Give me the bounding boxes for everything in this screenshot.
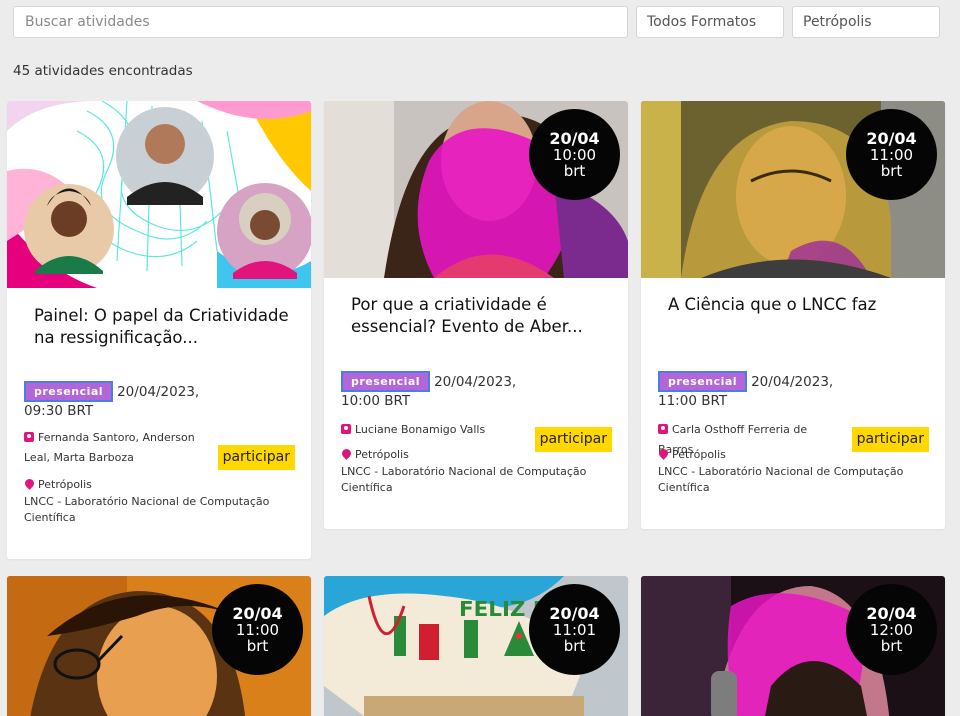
activity-card[interactable]: FELIZ NATAL 20/04 11:01 brt [324,576,628,716]
format-select[interactable]: Todos Formatos [636,6,784,38]
card-title[interactable]: Por que a criatividade é essencial? Even… [351,294,606,338]
badge-timezone: brt [246,637,269,656]
location-pin-icon [657,447,670,460]
badge-timezone: brt [880,637,903,656]
location-pin-icon [340,447,353,460]
badge-date: 20/04 [549,603,600,623]
card-image [7,101,311,288]
city-text: Petrópolis [355,448,409,461]
card-location: Petrópolis LNCC - Laboratório Nacional d… [340,447,614,497]
card-datetime: presencial 20/04/2023, 09:30 BRT [24,381,207,421]
search-input[interactable] [13,6,628,38]
format-tag: presencial [658,371,748,393]
card-people: Fernanda Santoro, Anderson Leal, Marta B… [24,428,201,468]
activity-card[interactable]: 20/04 10:00 brt Por que a criatividade é… [324,101,628,529]
activity-card[interactable]: Painel: O papel da Criatividade na ressi… [7,101,311,559]
badge-date: 20/04 [866,128,917,148]
card-title[interactable]: Painel: O papel da Criatividade na ressi… [34,305,289,349]
filter-bar: Todos Formatos Petrópolis [13,6,940,38]
badge-time: 12:00 [869,620,914,639]
participate-button[interactable]: participar [217,445,295,470]
badge-timezone: brt [563,162,586,181]
card-location: Petrópolis LNCC - Laboratório Nacional d… [23,477,297,527]
people-text: Fernanda Santoro, Anderson Leal, Marta B… [24,431,195,464]
date-badge: 20/04 12:00 brt [846,584,937,675]
card-title[interactable]: A Ciência que o LNCC faz [668,294,923,316]
card-people: Luciane Bonamigo Valls [341,420,518,440]
card-datetime: presencial 20/04/2023, 10:00 BRT [341,371,524,411]
location-pin-icon [23,477,36,490]
date-badge: 20/04 11:00 brt [846,109,937,200]
badge-date: 20/04 [232,603,283,623]
venue-text: LNCC - Laboratório Nacional de Computaçã… [341,464,587,495]
badge-time: 11:00 [235,620,280,639]
badge-timezone: brt [563,637,586,656]
badge-time: 11:00 [869,145,914,164]
result-count: 45 atividades encontradas [13,63,193,79]
badge-timezone: brt [880,162,903,181]
format-tag: presencial [24,381,114,403]
format-tag: presencial [341,371,431,393]
person-icon [24,432,34,442]
card-datetime: presencial 20/04/2023, 11:00 BRT [658,371,841,411]
badge-date: 20/04 [549,128,600,148]
activity-card[interactable]: 20/04 11:00 brt A Ciência que o LNCC faz… [641,101,945,529]
activity-card[interactable]: 20/04 11:00 brt [7,576,311,716]
badge-time: 10:00 [552,145,597,164]
badge-time: 11:01 [552,620,597,639]
badge-date: 20/04 [866,603,917,623]
date-badge: 20/04 11:01 brt [529,584,620,675]
venue-text: LNCC - Laboratório Nacional de Computaçã… [658,464,904,495]
panel-collage-image [7,101,311,288]
city-text: Petrópolis [672,448,726,461]
people-text: Luciane Bonamigo Valls [355,423,486,436]
date-badge: 20/04 11:00 brt [212,584,303,675]
activity-card[interactable]: 20/04 12:00 brt [641,576,945,716]
person-icon [658,424,668,434]
person-icon [341,424,351,434]
venue-text: LNCC - Laboratório Nacional de Computaçã… [24,494,270,525]
card-location: Petrópolis LNCC - Laboratório Nacional d… [657,447,931,497]
city-text: Petrópolis [38,478,92,491]
date-badge: 20/04 10:00 brt [529,109,620,200]
city-select[interactable]: Petrópolis [792,6,940,38]
